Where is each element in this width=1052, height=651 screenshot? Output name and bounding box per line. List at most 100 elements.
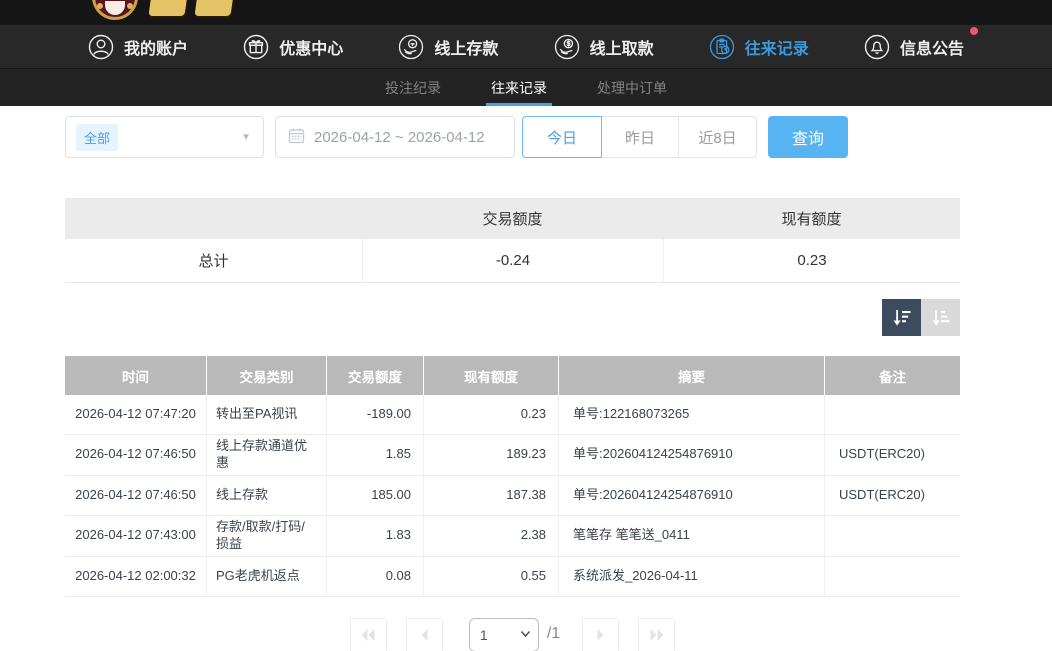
header-time: 时间 — [65, 356, 206, 395]
withdraw-icon: $ — [554, 34, 580, 60]
cell-type: 存款/取款/打码/损益 — [206, 516, 326, 556]
total-pages-label: /1 — [547, 625, 560, 643]
cell-note: USDT(ERC20) — [824, 435, 960, 475]
page-select-wrap: 1 — [469, 618, 539, 651]
summary-table: 交易额度 现有额度 总计 -0.24 0.23 — [65, 198, 960, 283]
previous-page-button[interactable] — [406, 618, 443, 651]
nav-item-label: 信息公告 — [900, 35, 964, 59]
records-table: 时间 交易类别 交易额度 现有额度 摘要 备注 2026-04-12 07:47… — [65, 356, 960, 597]
nav-item-label: 线上存款 — [434, 35, 498, 59]
cell-summary: 笔笔存 笔笔送_0411 — [558, 516, 824, 556]
table-row: 2026-04-12 02:00:32PG老虎机返点0.080.55系统派发_2… — [65, 557, 960, 597]
last-8-days-button[interactable]: 近8日 — [678, 116, 757, 158]
first-page-button[interactable] — [350, 618, 387, 651]
records-icon — [709, 34, 735, 60]
cell-note — [824, 516, 960, 556]
tab-label: 往来记录 — [491, 78, 547, 98]
sort-ascending-button[interactable] — [921, 299, 960, 336]
cell-amount: 1.85 — [326, 435, 423, 475]
tab-betting-records[interactable]: 投注纪录 — [383, 69, 443, 106]
tab-transaction-records[interactable]: 往来记录 — [489, 69, 549, 106]
cell-balance: 189.23 — [423, 435, 558, 475]
nav-item-promotions[interactable]: 优惠中心 — [243, 34, 343, 60]
cell-balance: 187.38 — [423, 476, 558, 515]
logo-dot — [127, 3, 133, 9]
cell-summary: 单号:202604124254876910 — [558, 435, 824, 475]
selected-type-tag[interactable]: 全部 — [76, 124, 118, 151]
cell-time: 2026-04-12 07:46:50 — [65, 435, 206, 475]
yesterday-button[interactable]: 昨日 — [601, 116, 679, 158]
logo-gold-text — [148, 0, 187, 16]
cell-summary: 单号:122168073265 — [558, 395, 824, 434]
summary-header-blank — [65, 198, 362, 239]
cell-amount: 0.08 — [326, 557, 423, 596]
main-nav: 我的账户 优惠中心 线上存款 $ 线上取款 — [0, 25, 1052, 68]
cell-summary: 单号:202604124254876910 — [558, 476, 824, 515]
deposit-icon — [398, 34, 424, 60]
sort-descending-button[interactable] — [882, 299, 921, 336]
header-amount: 交易额度 — [326, 356, 423, 395]
summary-balance-value: 0.23 — [663, 239, 960, 282]
summary-header-transaction: 交易额度 — [362, 198, 663, 239]
top-strip — [0, 0, 1052, 25]
cell-amount: 185.00 — [326, 476, 423, 515]
summary-transaction-value: -0.24 — [362, 239, 663, 282]
logo-mascot — [105, 1, 125, 15]
tab-processing-orders[interactable]: 处理中订单 — [595, 69, 669, 106]
last-page-button[interactable] — [638, 618, 675, 651]
page-select[interactable]: 1 — [469, 618, 539, 651]
date-range-input[interactable]: 2026-04-12 ~ 2026-04-12 — [275, 116, 515, 158]
nav-item-my-account[interactable]: 我的账户 — [88, 34, 188, 60]
cell-note: USDT(ERC20) — [824, 476, 960, 515]
cell-time: 2026-04-12 07:43:00 — [65, 516, 206, 556]
header-summary: 摘要 — [558, 356, 824, 395]
header-note: 备注 — [824, 356, 960, 395]
chevron-down-icon: ▼ — [241, 132, 251, 143]
filter-row: 全部 ▼ 2026-04-12 ~ 2026-04-12 今日 昨日 近8日 查… — [65, 116, 960, 158]
nav-item-label: 我的账户 — [124, 35, 188, 59]
user-icon — [88, 34, 114, 60]
nav-item-online-deposit[interactable]: 线上存款 — [398, 34, 498, 60]
notification-dot — [970, 27, 978, 35]
table-row: 2026-04-12 07:46:50线上存款185.00187.38单号:20… — [65, 476, 960, 516]
bell-icon — [864, 34, 890, 60]
tab-label: 投注纪录 — [385, 78, 441, 98]
table-row: 2026-04-12 07:43:00存款/取款/打码/损益1.832.38笔笔… — [65, 516, 960, 557]
cell-amount: 1.83 — [326, 516, 423, 556]
transaction-type-select[interactable]: 全部 ▼ — [65, 116, 264, 158]
cell-type: 转出至PA视讯 — [206, 395, 326, 434]
cell-time: 2026-04-12 07:47:20 — [65, 395, 206, 434]
records-table-header: 时间 交易类别 交易额度 现有额度 摘要 备注 — [65, 356, 960, 395]
quick-range-group: 今日 昨日 近8日 — [522, 116, 757, 158]
date-range-value: 2026-04-12 ~ 2026-04-12 — [314, 129, 485, 146]
header-balance: 现有额度 — [423, 356, 558, 395]
search-button[interactable]: 查询 — [768, 116, 848, 158]
tab-label: 处理中订单 — [597, 78, 667, 98]
cell-balance: 2.38 — [423, 516, 558, 556]
page-content: 全部 ▼ 2026-04-12 ~ 2026-04-12 今日 昨日 近8日 查… — [0, 106, 960, 651]
tab-bar: 投注纪录 往来记录 处理中订单 — [0, 68, 1052, 106]
cell-note — [824, 395, 960, 434]
cell-time: 2026-04-12 02:00:32 — [65, 557, 206, 596]
logo-dot — [97, 3, 103, 9]
today-button[interactable]: 今日 — [522, 116, 602, 158]
nav-item-transaction-records[interactable]: 往来记录 — [709, 34, 809, 60]
svg-text:$: $ — [566, 41, 570, 48]
pagination: 1 /1 — [65, 618, 960, 651]
nav-item-label: 优惠中心 — [279, 35, 343, 59]
cell-balance: 0.55 — [423, 557, 558, 596]
table-row: 2026-04-12 07:46:50线上存款通道优惠1.85189.23单号:… — [65, 435, 960, 476]
calendar-icon — [288, 127, 305, 148]
cell-note — [824, 557, 960, 596]
cell-balance: 0.23 — [423, 395, 558, 434]
gift-icon — [243, 34, 269, 60]
next-page-button[interactable] — [582, 618, 619, 651]
cell-amount: -189.00 — [326, 395, 423, 434]
table-row: 2026-04-12 07:47:20转出至PA视讯-189.000.23单号:… — [65, 395, 960, 435]
cell-type: PG老虎机返点 — [206, 557, 326, 596]
nav-item-announcements[interactable]: 信息公告 — [864, 34, 964, 60]
site-logo[interactable] — [92, 0, 138, 20]
nav-item-online-withdrawal[interactable]: $ 线上取款 — [554, 34, 654, 60]
logo-gold-text — [194, 0, 233, 16]
sort-controls — [65, 299, 960, 336]
